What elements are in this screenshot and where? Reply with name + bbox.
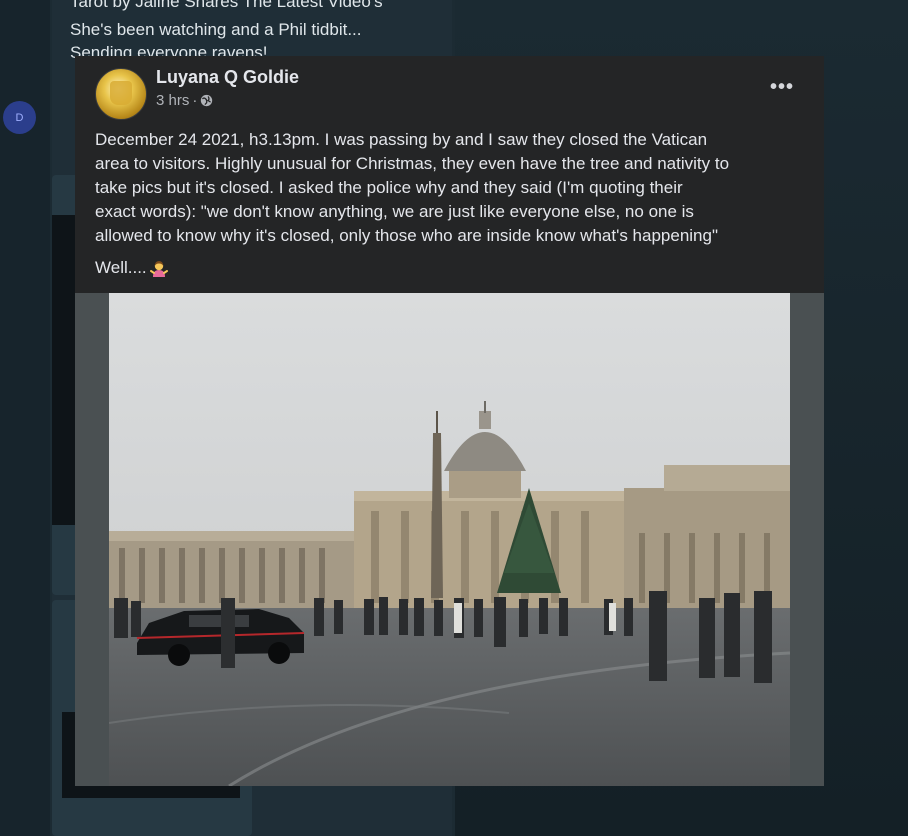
post-closing: Well.... bbox=[95, 258, 169, 278]
facebook-post: Luyana Q Goldie 3 hrs · ••• December 24 … bbox=[75, 56, 824, 786]
background-message-line: Tarot by Jaline Shares The Latest Video'… bbox=[70, 0, 383, 11]
post-text: December 24 2021, h3.13pm. I was passing… bbox=[95, 128, 815, 248]
post-time[interactable]: 3 hrs bbox=[156, 92, 189, 109]
more-options-icon[interactable]: ••• bbox=[770, 76, 794, 99]
post-photo-frame bbox=[75, 293, 824, 786]
post-closing-text: Well.... bbox=[95, 258, 147, 277]
avatar-emblem bbox=[110, 81, 132, 105]
globe-icon bbox=[201, 94, 213, 107]
meta-separator: · bbox=[192, 92, 198, 109]
post-meta: 3 hrs · bbox=[156, 92, 213, 109]
shrugging-woman-emoji bbox=[149, 261, 168, 277]
author-avatar[interactable] bbox=[95, 68, 147, 120]
background-message-line: She's been watching and a Phil tidbit... bbox=[70, 20, 362, 39]
post-header: Luyana Q Goldie 3 hrs · ••• December 24 … bbox=[75, 56, 824, 293]
post-text-line: take pics but it's closed. I asked the p… bbox=[95, 178, 683, 197]
post-text-line: December 24 2021, h3.13pm. I was passing… bbox=[95, 130, 708, 149]
background-avatar: D bbox=[3, 101, 36, 134]
vatican-photo[interactable] bbox=[109, 293, 790, 786]
post-text-line: exact words): "we don't know anything, w… bbox=[95, 202, 694, 221]
author-name[interactable]: Luyana Q Goldie bbox=[156, 67, 299, 88]
post-text-line: allowed to know why it's closed, only th… bbox=[95, 226, 718, 245]
post-text-line: area to visitors. Highly unusual for Chr… bbox=[95, 154, 730, 173]
